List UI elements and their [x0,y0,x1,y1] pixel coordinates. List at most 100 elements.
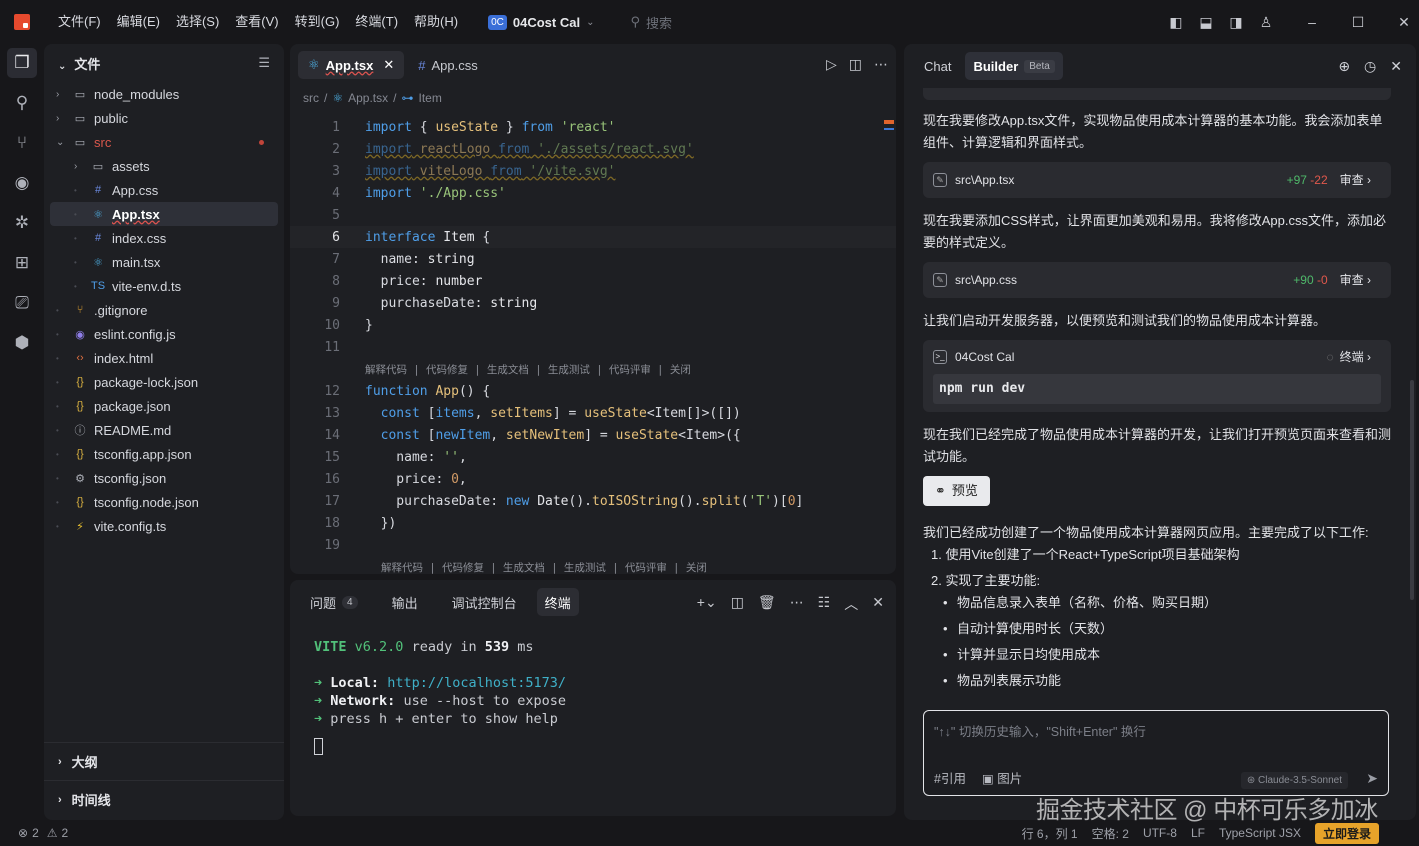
terminal-output[interactable]: VITE v6.2.0 ready in 539 ms ➜ Local: htt… [314,638,566,760]
close-icon[interactable]: ✕ [383,57,394,73]
codelens-actions[interactable]: 解释代码 | 代码修复 | 生成文档 | 生成测试 | 代码评审 | 关闭 [290,358,896,380]
close-panel-icon[interactable]: ✕ [872,594,884,614]
tab-terminal[interactable]: 终端 [536,588,579,616]
tab-output[interactable]: 输出 [384,588,426,616]
review-button[interactable]: 审查 › [1340,269,1371,291]
tree-item[interactable]: • ⚛ main.tsx [44,250,284,274]
run-debug-icon[interactable]: ◉ [7,168,37,198]
file-change-card[interactable]: ✎ src\App.tsx +97 -22 审查 › [923,162,1391,198]
tree-item[interactable]: ⌄ ▭ src [44,130,284,154]
run-icon[interactable]: ▷ [826,56,837,73]
chat-input[interactable]: "↑↓" 切换历史输入，"Shift+Enter" 换行 #引用 ▣ 图片 ⊛ … [923,710,1389,796]
review-button[interactable]: 审查 › [1340,169,1371,191]
explorer-title: 文件 [74,56,101,72]
maximize-panel-icon[interactable]: ︿ [844,594,858,614]
tree-item-label: index.html [94,350,154,366]
tree-item[interactable]: • ⚙ tsconfig.json [44,466,284,490]
toggle-sidebar-icon[interactable]: ◧ [1161,14,1191,31]
split-editor-icon[interactable]: ◫ [849,56,862,73]
tree-item[interactable]: • ◉ eslint.config.js [44,322,284,346]
tree-item[interactable]: • # App.css [44,178,284,202]
tree-item[interactable]: • # index.css [44,226,284,250]
maximize-icon[interactable]: ☐ [1343,14,1373,31]
open-terminal-button[interactable]: 终端 › [1340,346,1371,368]
chat-scrollbar[interactable] [1410,380,1414,600]
tree-item[interactable]: • ⑂ .gitignore [44,298,284,322]
split-terminal-icon[interactable]: ◫ [731,594,744,614]
file-change-card[interactable]: ✎ src\App.css +90 -0 审查 › [923,262,1391,298]
tree-item[interactable]: › ▭ public [44,106,284,130]
menu-edit[interactable]: 编辑(E) [109,0,168,44]
tab-app-tsx[interactable]: ⚛ App.tsx ✕ [298,51,405,79]
tree-bullet: • [74,257,77,267]
tree-item[interactable]: • {} tsconfig.app.json [44,442,284,466]
remote-icon[interactable]: ⎚ [7,288,37,318]
menu-file[interactable]: 文件(F) [50,0,109,44]
ai-assistant-icon[interactable]: ⬢ [7,328,37,358]
cursor-position[interactable]: 行 6，列 1 [1022,825,1078,842]
search-activity-icon[interactable]: ⚲ [7,88,37,118]
debug-bug-icon[interactable]: ✲ [7,208,37,238]
tree-item[interactable]: › ▭ assets [44,154,284,178]
problems-status[interactable]: ⊗ 2 ⚠ 2 [18,826,68,840]
reference-button[interactable]: #引用 [934,768,966,787]
settings-icon[interactable]: ☷ [818,594,831,614]
tab-problems[interactable]: 问题 4 [302,588,366,616]
close-icon[interactable]: ✕ [1390,58,1402,75]
image-button[interactable]: ▣ 图片 [982,768,1022,787]
history-icon[interactable]: ◷ [1364,58,1376,75]
codelens-actions-2[interactable]: 解释代码 | 代码修复 | 生成文档 | 生成测试 | 代码评审 | 关闭 [290,556,896,574]
encoding[interactable]: UTF-8 [1143,826,1177,840]
tree-item[interactable]: • ⚛ App.tsx [50,202,278,226]
minimize-icon[interactable]: – [1297,14,1327,30]
tree-item[interactable]: • {} tsconfig.node.json [44,490,284,514]
explorer-icon[interactable]: ❐ [7,48,37,78]
breadcrumb-symbol[interactable]: Item [418,91,441,105]
more-icon[interactable]: ⋯ [874,56,888,73]
send-icon[interactable]: ➤ [1366,770,1378,787]
menu-view[interactable]: 查看(V) [227,0,286,44]
menu-select[interactable]: 选择(S) [168,0,227,44]
breadcrumb-file[interactable]: App.tsx [348,91,388,105]
menu-terminal[interactable]: 终端(T) [347,0,406,44]
indentation[interactable]: 空格: 2 [1092,825,1129,842]
menu-goto[interactable]: 转到(G) [287,0,348,44]
new-chat-icon[interactable]: ⊕ [1338,58,1350,75]
close-window-icon[interactable]: ✕ [1389,14,1419,31]
tree-item[interactable]: › ▭ node_modules [44,82,284,106]
extensions-icon[interactable]: ⊞ [7,248,37,278]
source-control-icon[interactable]: ⑂ [7,128,37,158]
trash-icon[interactable]: 🗑 [758,594,776,614]
chevron-down-icon[interactable]: ⌄ [58,61,66,72]
model-selector[interactable]: ⊛ Claude-3.5-Sonnet [1240,772,1348,789]
timeline-section[interactable]: › 时间线 [44,780,284,818]
outline-section[interactable]: › 大纲 [44,742,284,780]
toggle-aux-icon[interactable]: ◨ [1221,14,1251,31]
code-area[interactable]: 1 import { useState } from 'react' 2 impor… [290,116,896,574]
tree-item[interactable]: • {} package.json [44,394,284,418]
breadcrumb-src[interactable]: src [303,91,319,105]
language-mode[interactable]: TypeScript JSX [1219,826,1301,840]
add-terminal-icon[interactable]: +⌄ [697,594,717,614]
tree-item[interactable]: • ⚡ vite.config.ts [44,514,284,538]
preview-button[interactable]: ⚭ 预览 [923,476,990,506]
terminal-command-card[interactable]: >_ 04Cost Cal ◌ 终端 › npm run dev [923,340,1391,412]
tab-debug-console[interactable]: 调试控制台 [444,588,525,616]
terminal-local-url[interactable]: http://localhost:5173/ [387,675,566,691]
search-box[interactable]: ⚲ 搜索 [630,13,672,32]
toggle-panel-icon[interactable]: ⬓ [1191,14,1221,31]
filter-icon[interactable]: ☰ [258,55,270,71]
tree-item[interactable]: • {} package-lock.json [44,370,284,394]
project-switcher[interactable]: 0C 04Cost Cal ⌄ [488,14,594,30]
login-button[interactable]: 立即登录 [1314,822,1379,844]
menu-help[interactable]: 帮助(H) [406,0,466,44]
tab-chat[interactable]: Chat [916,52,959,80]
more-icon[interactable]: ⋯ [790,594,804,614]
tree-item[interactable]: • ⓘ README.md [44,418,284,442]
tree-item[interactable]: • ‹› index.html [44,346,284,370]
tree-item[interactable]: • TS vite-env.d.ts [44,274,284,298]
tab-app-css[interactable]: # App.css [408,51,487,79]
line-ending[interactable]: LF [1191,826,1205,840]
account-icon[interactable]: ♙ [1251,14,1281,31]
tab-builder[interactable]: Builder Beta [965,52,1063,80]
